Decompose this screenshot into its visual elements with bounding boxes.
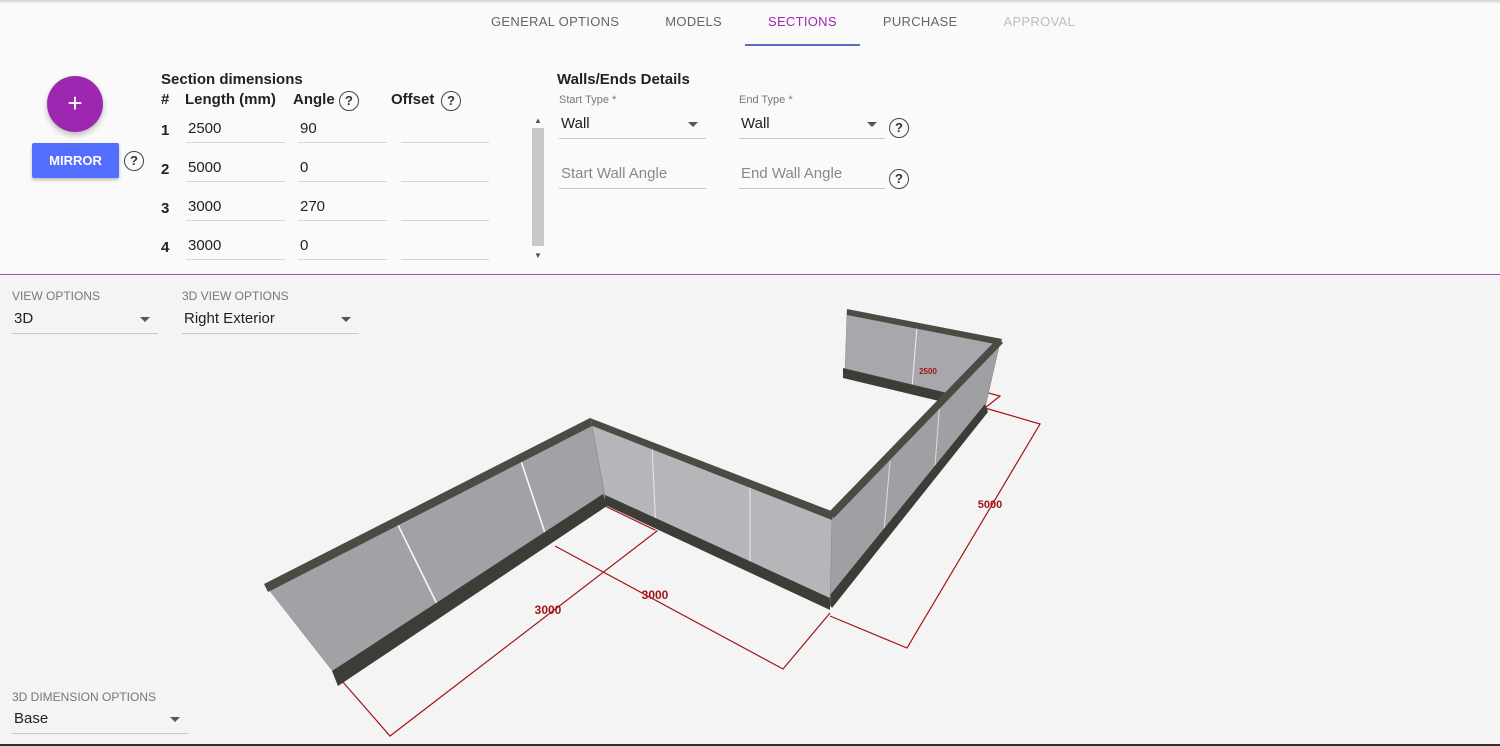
angle-input[interactable]: 90 xyxy=(298,117,387,143)
tab-purchase[interactable]: PURCHASE xyxy=(860,0,981,46)
angle-input[interactable]: 0 xyxy=(298,156,387,182)
start-type-value: Wall xyxy=(561,115,590,132)
chevron-down-icon xyxy=(341,317,351,322)
3d-view-options-select[interactable]: Right Exterior xyxy=(182,306,359,334)
walls-ends-title: Walls/Ends Details xyxy=(557,71,690,88)
end-type-value: Wall xyxy=(741,115,770,132)
3d-dimension-options-select[interactable]: Base xyxy=(12,706,188,734)
end-type-select[interactable]: Wall xyxy=(739,111,885,139)
add-section-button[interactable]: + xyxy=(47,76,103,132)
dim-label-3000b: 3000 xyxy=(642,588,669,602)
view-options-label: VIEW OPTIONS xyxy=(12,289,101,303)
start-type-select[interactable]: Wall xyxy=(559,111,706,139)
offset-input[interactable] xyxy=(401,117,489,143)
scrollbar-thumb[interactable] xyxy=(532,128,544,246)
offset-input[interactable] xyxy=(401,156,489,182)
railing-3d-render[interactable]: 2500 5000 3000 3000 xyxy=(0,276,1500,746)
tab-approval: APPROVAL xyxy=(1003,14,1076,29)
end-type-help-icon[interactable]: ? xyxy=(889,118,909,138)
view-options-value: 3D xyxy=(14,310,34,327)
end-wall-angle-help-icon[interactable]: ? xyxy=(889,169,909,189)
end-wall-angle-input[interactable]: End Wall Angle xyxy=(739,161,885,189)
chevron-down-icon xyxy=(867,122,877,127)
tab-models[interactable]: MODELS xyxy=(642,0,745,46)
angle-help-icon[interactable]: ? xyxy=(339,91,359,111)
length-input[interactable]: 3000 xyxy=(186,195,285,221)
length-input[interactable]: 3000 xyxy=(186,234,285,260)
row-number: 3 xyxy=(161,200,170,217)
scroll-down-icon[interactable]: ▼ xyxy=(534,251,542,260)
3d-dimension-options-label: 3D DIMENSION OPTIONS xyxy=(12,690,157,704)
row-number: 4 xyxy=(161,239,170,256)
sections-scrollbar[interactable]: ▲ ▼ xyxy=(531,114,545,262)
column-header-angle: Angle xyxy=(293,91,335,108)
offset-help-icon[interactable]: ? xyxy=(441,91,461,111)
view-options-select[interactable]: 3D xyxy=(12,306,158,334)
mirror-button[interactable]: MIRROR xyxy=(32,143,119,178)
row-number: 2 xyxy=(161,161,170,178)
chevron-down-icon xyxy=(688,122,698,127)
dim-label-5000: 5000 xyxy=(978,499,1002,511)
length-input[interactable]: 5000 xyxy=(186,156,285,182)
scroll-up-icon[interactable]: ▲ xyxy=(534,116,542,125)
tab-general-options[interactable]: GENERAL OPTIONS xyxy=(468,0,642,46)
chevron-down-icon xyxy=(170,717,180,722)
start-type-label: Start Type * xyxy=(559,94,617,106)
row-number: 1 xyxy=(161,122,170,139)
mirror-help-icon[interactable]: ? xyxy=(124,151,144,171)
end-type-label: End Type * xyxy=(739,94,793,106)
section-dimensions-title: Section dimensions xyxy=(161,71,303,88)
glass-panel-3000a xyxy=(265,420,606,679)
angle-input[interactable]: 270 xyxy=(298,195,387,221)
column-header-offset: Offset xyxy=(391,91,435,108)
angle-input[interactable]: 0 xyxy=(298,234,387,260)
3d-view-options-label: 3D VIEW OPTIONS xyxy=(182,289,289,303)
3d-dimension-options-value: Base xyxy=(14,710,49,727)
offset-input[interactable] xyxy=(401,195,489,221)
length-input[interactable]: 2500 xyxy=(186,117,285,143)
tab-sections[interactable]: SECTIONS xyxy=(744,0,860,46)
column-header-length: Length (mm) xyxy=(185,91,276,108)
offset-input[interactable] xyxy=(401,234,489,260)
dim-label-2500: 2500 xyxy=(919,367,937,376)
3d-view-options-value: Right Exterior xyxy=(184,310,275,327)
start-wall-angle-input[interactable]: Start Wall Angle xyxy=(559,161,706,189)
3d-viewer[interactable]: 2500 5000 3000 3000 VIEW OPTIONS 3D 3D V… xyxy=(0,276,1500,746)
sections-editor: + MIRROR ? Section dimensions # Length (… xyxy=(0,46,1500,275)
column-header-number: # xyxy=(161,91,170,108)
chevron-down-icon xyxy=(140,317,150,322)
tab-bar: GENERAL OPTIONS MODELS SECTIONS PURCHASE… xyxy=(468,0,1098,46)
dim-label-3000a: 3000 xyxy=(535,603,562,617)
